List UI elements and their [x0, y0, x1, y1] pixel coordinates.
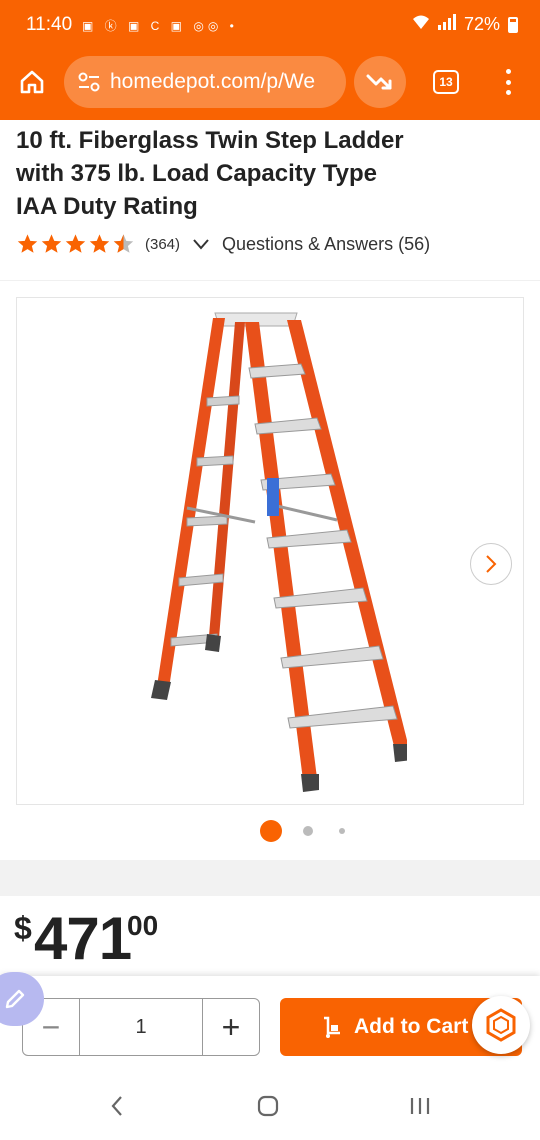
- system-nav-bar: [0, 1072, 540, 1140]
- battery-icon: [508, 16, 518, 33]
- battery-percent: 72%: [463, 14, 500, 34]
- gallery-dot-active[interactable]: [260, 820, 282, 842]
- wifi-icon: [412, 14, 430, 35]
- questions-answers-link[interactable]: Questions & Answers (56): [222, 234, 430, 255]
- top-bar: 11:40 ▣ ⓚ ▣ C ▣ ◎◎ • 72% homedepot.com/p…: [0, 0, 540, 120]
- ladder-image: [151, 312, 407, 792]
- address-bar[interactable]: homedepot.com/p/We: [64, 56, 346, 108]
- home-icon: [20, 70, 44, 94]
- rating-row: (364) Questions & Answers (56): [16, 232, 430, 256]
- tabs-button[interactable]: 13: [433, 70, 459, 94]
- notification-icons: ▣ ⓚ ▣ C ▣ ◎◎ •: [82, 19, 238, 33]
- chevron-right-icon: [486, 555, 497, 573]
- title-line: IAA Duty Rating: [16, 193, 198, 220]
- home-circle-icon: [257, 1095, 279, 1117]
- half-star-icon: [113, 234, 134, 253]
- dolly-icon: [324, 1016, 340, 1038]
- price-currency: $: [14, 910, 32, 946]
- star-rating[interactable]: [16, 233, 135, 255]
- review-count[interactable]: (364): [145, 236, 180, 253]
- star-icon: [89, 234, 110, 253]
- gallery-dot[interactable]: [303, 826, 313, 836]
- chat-button[interactable]: [472, 996, 530, 1054]
- price-whole: 471: [34, 905, 132, 972]
- status-bar: 11:40 ▣ ⓚ ▣ C ▣ ◎◎ • 72%: [0, 0, 540, 52]
- gallery-dot[interactable]: [339, 828, 345, 834]
- purchase-bar: − 1 + Add to Cart: [0, 976, 540, 1072]
- title-line: with 375 lb. Load Capacity Type: [16, 160, 377, 187]
- trending-down-icon: [366, 74, 392, 90]
- home-button[interactable]: [12, 62, 52, 102]
- price-cents: 00: [127, 910, 159, 941]
- chat-hex-icon: [486, 1008, 516, 1042]
- nav-back-button[interactable]: [106, 1094, 128, 1118]
- pencil-icon: [5, 989, 25, 1009]
- trend-button[interactable]: [354, 56, 406, 108]
- back-icon: [111, 1096, 122, 1116]
- quantity-stepper: − 1 +: [22, 998, 260, 1056]
- signal-icon: [437, 14, 456, 35]
- quantity-increase-button[interactable]: +: [203, 999, 259, 1055]
- chevron-down-icon[interactable]: [192, 238, 210, 250]
- star-icon: [65, 234, 86, 253]
- tune-icon[interactable]: [78, 72, 100, 92]
- recents-icon: [410, 1098, 430, 1114]
- status-right: 72%: [412, 14, 518, 35]
- star-icon: [41, 234, 62, 253]
- gallery-dots: [0, 820, 540, 842]
- add-to-cart-label: Add to Cart: [354, 1015, 469, 1038]
- quantity-input[interactable]: 1: [79, 999, 203, 1055]
- product-image[interactable]: [16, 297, 524, 805]
- url-text[interactable]: homedepot.com/p/We: [110, 70, 315, 94]
- more-vert-icon[interactable]: [498, 66, 518, 98]
- section-divider: [0, 860, 540, 896]
- nav-recents-button[interactable]: [408, 1094, 432, 1118]
- image-gallery: [0, 280, 540, 860]
- star-icon: [17, 234, 38, 253]
- product-title: 10 ft. Fiberglass Twin Step Ladder with …: [16, 124, 516, 223]
- next-image-button[interactable]: [470, 543, 512, 585]
- status-time: 11:40: [26, 14, 73, 35]
- nav-home-button[interactable]: [256, 1094, 280, 1118]
- title-line: 10 ft. Fiberglass Twin Step Ladder: [16, 127, 404, 154]
